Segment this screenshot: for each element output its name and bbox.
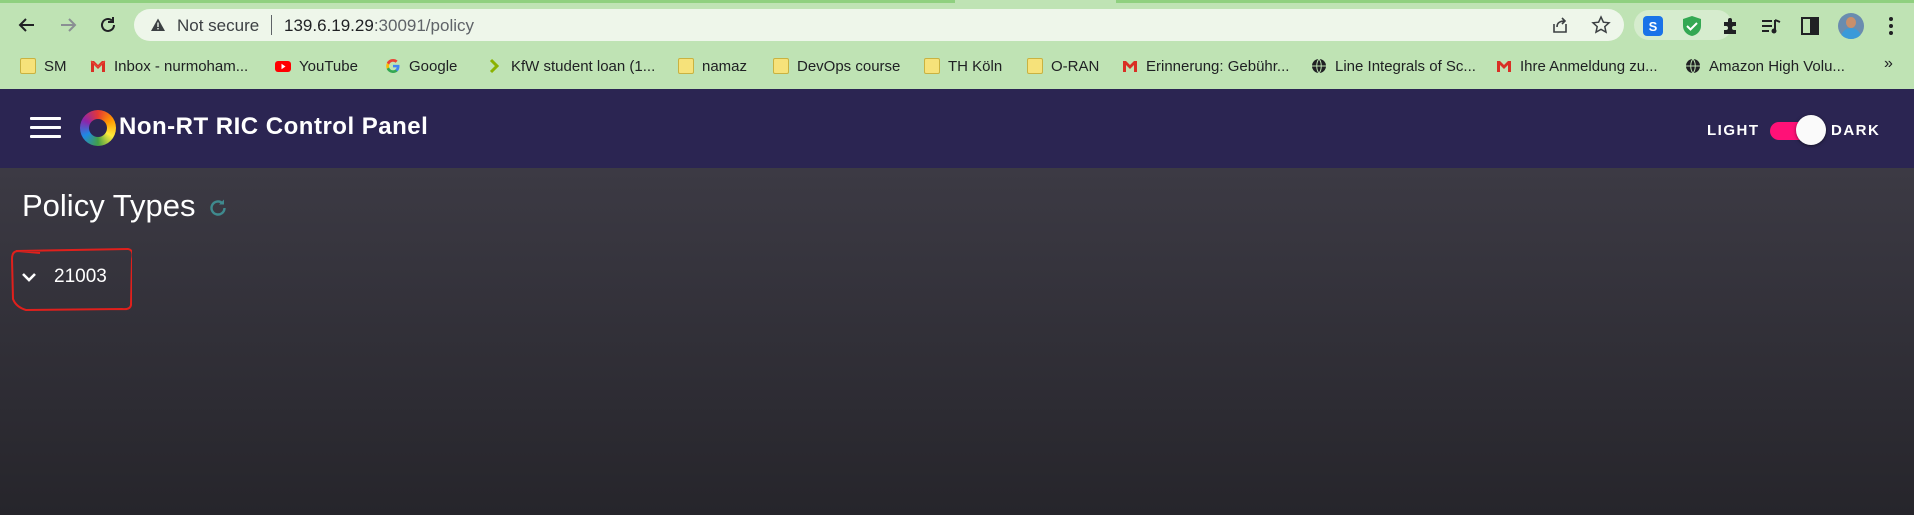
youtube-icon	[275, 61, 291, 72]
bookmark-item[interactable]: Inbox - nurmoham...	[90, 54, 248, 78]
globe-icon	[1686, 58, 1700, 74]
main-content: Policy Types 21003	[0, 168, 1914, 515]
skype-extension-icon[interactable]: S	[1642, 15, 1664, 37]
refresh-icon[interactable]	[206, 196, 230, 220]
gmail-icon	[90, 60, 106, 72]
bookmark-star-icon[interactable]	[1591, 15, 1611, 35]
bookmark-item[interactable]: Amazon High Volu...	[1685, 54, 1845, 78]
url-path: :30091/policy	[373, 16, 474, 35]
reload-icon[interactable]	[96, 13, 120, 37]
globe-icon	[1312, 58, 1326, 74]
bookmark-item[interactable]: Google	[385, 54, 457, 78]
share-icon[interactable]	[1550, 15, 1570, 35]
folder-icon	[1027, 58, 1043, 74]
url-host: 139.6.19.29	[284, 16, 374, 35]
bookmark-item[interactable]: DevOps course	[773, 54, 900, 78]
kfw-icon	[489, 58, 500, 74]
kebab-menu-icon[interactable]	[1880, 15, 1902, 37]
forward-icon[interactable]	[56, 13, 80, 37]
browser-toolbar: Not secure 139.6.19.29:30091/policy S	[0, 5, 1914, 45]
menu-bar	[30, 126, 61, 129]
bookmark-label: KfW student loan (1...	[511, 57, 656, 75]
bookmark-label: Google	[409, 57, 458, 75]
toggle-knob	[1796, 115, 1826, 145]
shield-extension-icon[interactable]	[1681, 15, 1703, 37]
puzzle-extensions-icon[interactable]	[1720, 15, 1742, 37]
tab-strip-edge	[0, 0, 955, 3]
profile-avatar[interactable]	[1838, 13, 1864, 39]
chevron-down-icon[interactable]	[18, 266, 40, 288]
side-panel-icon[interactable]	[1799, 15, 1821, 37]
app-header: Non-RT RIC Control Panel LIGHT DARK	[0, 89, 1914, 168]
bookmark-item[interactable]: Ihre Anmeldung zu...	[1496, 54, 1658, 78]
url-text[interactable]: 139.6.19.29:30091/policy	[284, 16, 474, 36]
avatar-face	[1846, 17, 1856, 28]
folder-icon	[773, 58, 789, 74]
bookmark-item[interactable]: TH Köln	[924, 54, 1002, 78]
more-bookmarks-button[interactable]: »	[1884, 55, 1893, 73]
folder-icon	[20, 58, 36, 74]
bookmark-label: YouTube	[299, 57, 358, 75]
bookmark-label: O-RAN	[1051, 57, 1100, 75]
bookmark-item[interactable]: SM	[20, 54, 67, 78]
menu-bar	[30, 117, 61, 120]
tab-strip-edge	[1116, 0, 1914, 3]
address-bar[interactable]: Not secure 139.6.19.29:30091/policy	[134, 9, 1624, 41]
warning-icon[interactable]	[150, 17, 166, 33]
bookmark-item[interactable]: namaz	[678, 54, 747, 78]
avatar-body	[1841, 28, 1861, 39]
bookmark-label: Amazon High Volu...	[1709, 57, 1845, 75]
bookmark-label: DevOps course	[797, 57, 901, 75]
menu-bar	[30, 135, 61, 138]
bookmark-label: SM	[44, 57, 67, 75]
theme-light-label: LIGHT	[1707, 122, 1760, 139]
bookmark-label: Ihre Anmeldung zu...	[1520, 57, 1658, 75]
bookmark-label: Erinnerung: Gebühr...	[1146, 57, 1290, 75]
folder-icon	[924, 58, 940, 74]
bookmark-label: namaz	[702, 57, 748, 75]
bookmark-label: Line Integrals of Sc...	[1335, 57, 1476, 75]
back-icon[interactable]	[15, 13, 39, 37]
gmail-icon	[1497, 61, 1511, 72]
policy-type-row[interactable]: 21003	[10, 247, 132, 311]
theme-toggle[interactable]	[1768, 115, 1826, 145]
app-title: Non-RT RIC Control Panel	[119, 113, 429, 140]
bookmarks-bar: SM Inbox - nurmoham... YouTube Google Kf…	[0, 51, 1914, 81]
google-icon	[386, 59, 400, 73]
bookmark-item[interactable]: KfW student loan (1...	[487, 54, 655, 78]
browser-chrome: Not secure 139.6.19.29:30091/policy S SM…	[0, 0, 1914, 89]
bookmark-item[interactable]: Line Integrals of Sc...	[1311, 54, 1476, 78]
bookmark-label: TH Köln	[948, 57, 1003, 75]
gmail-icon	[1123, 61, 1137, 72]
divider	[271, 15, 272, 35]
folder-icon	[678, 58, 694, 74]
bookmark-item[interactable]: O-RAN	[1027, 54, 1099, 78]
theme-dark-label: DARK	[1831, 122, 1881, 139]
bookmark-label: Inbox - nurmoham...	[114, 57, 249, 75]
page-title: Policy Types	[22, 188, 196, 223]
o-ran-logo	[80, 110, 116, 146]
menu-icon[interactable]	[30, 117, 61, 139]
bookmark-item[interactable]: YouTube	[275, 54, 358, 78]
security-label[interactable]: Not secure	[177, 16, 259, 36]
media-controls-icon[interactable]	[1760, 15, 1782, 37]
policy-type-id: 21003	[54, 266, 107, 287]
bookmark-item[interactable]: Erinnerung: Gebühr...	[1122, 54, 1289, 78]
svg-text:S: S	[1649, 19, 1658, 34]
